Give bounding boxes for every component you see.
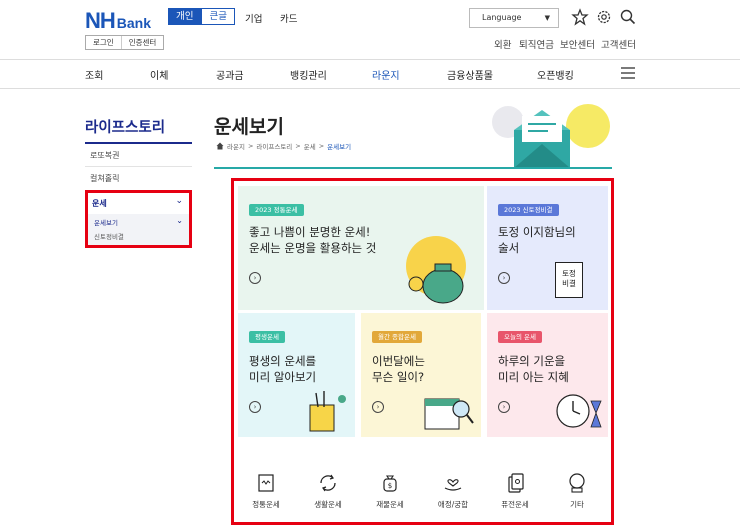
card-text: 좋고 나쁨이 분명한 운세! 운세는 운명을 활용하는 것 [249,225,377,255]
logo-bank: Bank [116,15,152,31]
breadcrumb: 라운지 > 라이프스토리 > 운세 > 운세보기 [216,141,351,151]
sidebar-title: 라이프스토리 [85,120,166,136]
card-text: 평생의 운세를 미리 알아보기 [249,354,317,384]
gnb-divider [0,88,740,89]
gnb-product-mall[interactable]: 금융상품몰 [447,67,493,82]
arrow-right-icon[interactable]: › [249,272,261,284]
gnb-transfer[interactable]: 이체 [150,67,168,82]
security-center-link[interactable]: 보안센터 [560,37,595,51]
arrow-right-icon[interactable]: › [249,401,261,413]
card-badge: 평생운세 [249,331,285,343]
money-bag-icon [406,236,466,304]
breadcrumb-separator: > [247,142,254,150]
forex-link[interactable]: 외환 [494,37,511,51]
caret-down-icon: ▼ [544,14,550,22]
breadcrumb-lounge[interactable]: 라운지 [227,141,245,151]
tojeong-book-icon: 토정 비결 [555,262,583,298]
money-bag-icon: $ [383,475,397,492]
page-title: 운세보기 [214,116,284,138]
breadcrumb-separator: > [295,142,301,150]
header-divider [0,59,740,60]
category-label: 애정/궁합 [437,500,469,509]
card-traditional-fortune[interactable]: 2023 정통운세 좋고 나쁨이 분명한 운세! 운세는 운명을 활용하는 것 … [238,186,484,310]
category-label: 퓨전운세 [501,500,529,509]
mode-switch: 개인 큰글 [168,8,235,25]
card-text: 하루의 기운을 미리 아는 지혜 [498,354,569,384]
sidebar-item-lotto[interactable]: 로또복권 [90,150,119,161]
breadcrumb-separator: > [318,142,325,150]
svg-text:$: $ [388,482,392,490]
card-badge: 오늘의 운세 [498,331,542,343]
category-label: 정통운세 [252,500,280,509]
chevron-down-icon: ⌄ [176,216,183,225]
corporate-link[interactable]: 기업 [245,11,262,25]
heart-hand-icon [444,479,462,491]
submenu-fortune-view[interactable]: 운세보기 [94,217,118,227]
card-text: 이번달에는 무슨 일이? [372,354,425,384]
personal-tab[interactable]: 개인 [168,8,202,25]
cards-icon [508,473,524,493]
sidebar-item-culture[interactable]: 컬쳐홀릭 [90,173,119,184]
gear-icon[interactable] [595,8,613,26]
card-badge: 월간 종합운세 [372,331,422,343]
category-traditional[interactable]: 정통운세 [241,472,291,510]
nh-bank-logo[interactable]: NH Bank [85,8,151,34]
scroll-icon [258,474,274,492]
logo-nh: NH [85,8,116,33]
breadcrumb-current: 운세보기 [327,143,352,151]
breadcrumb-fortune[interactable]: 운세 [304,141,316,151]
clock-hourglass-icon [556,394,602,428]
category-label: 생활운세 [314,500,342,509]
submenu-tojeong[interactable]: 신토정비결 [94,231,124,241]
envelope-illustration [492,104,610,168]
large-text-tab[interactable]: 큰글 [201,8,235,25]
card-link[interactable]: 카드 [280,11,297,25]
sidebar-title-underline [85,142,192,144]
card-lifetime-fortune[interactable]: 평생운세 평생의 운세를 미리 알아보기 › [238,313,355,437]
card-today-fortune[interactable]: 오늘의 운세 하루의 기운을 미리 아는 지혜 › [487,313,608,437]
sidebar-item-fortune[interactable]: 운세 ⌄ 운세보기 ⌄ 신토정비결 [85,190,192,248]
card-tojeong[interactable]: 2023 신토정비결 토정 이지함님의 술서 › 토정 비결 [487,186,608,310]
login-button[interactable]: 로그인 [86,36,121,49]
card-text: 토정 이지함님의 술서 [498,225,576,255]
title-underline [214,167,612,169]
category-life[interactable]: 생활운세 [303,472,353,510]
gnb-inquiry[interactable]: 조회 [85,67,103,82]
pencil-cup-icon [309,391,346,432]
menu-icon[interactable] [620,67,636,79]
customer-center-link[interactable]: 고객센터 [601,37,636,51]
category-fusion[interactable]: 퓨전운세 [490,472,540,510]
gnb-lounge[interactable]: 라운지 [372,67,400,82]
home-icon[interactable] [216,142,224,150]
chevron-down-icon: ⌄ [175,196,183,206]
crystal-ball-icon [569,473,585,493]
card-badge: 2023 정통운세 [249,204,304,216]
search-icon[interactable] [619,8,637,26]
category-love[interactable]: 애정/궁합 [428,472,478,510]
category-etc[interactable]: 기타 [552,472,602,510]
calendar-icon [424,398,474,430]
category-label: 재물운세 [376,500,404,509]
breadcrumb-lifestory[interactable]: 라이프스토리 [256,141,292,151]
gnb-open-banking[interactable]: 오픈뱅킹 [537,67,574,82]
card-badge: 2023 신토정비결 [498,204,559,216]
arrow-right-icon[interactable]: › [498,272,510,284]
cert-center-button[interactable]: 인증센터 [120,36,164,49]
star-icon[interactable] [571,8,589,26]
language-label: Language [482,13,522,22]
gnb-banking-manage[interactable]: 뱅킹관리 [290,67,327,82]
sidebar-fortune-label: 운세 [92,199,107,208]
gnb-utility[interactable]: 공과금 [216,67,244,82]
refresh-cycle-icon [320,474,336,492]
category-label: 기타 [570,500,584,509]
language-select[interactable]: Language ▼ [469,8,559,28]
sidebar-divider [85,166,192,167]
card-monthly-fortune[interactable]: 월간 종합운세 이번달에는 무슨 일이? › [361,313,481,437]
category-wealth[interactable]: $ 재물운세 [365,472,415,510]
pension-link[interactable]: 퇴직연금 [519,37,554,51]
arrow-right-icon[interactable]: › [498,401,510,413]
arrow-right-icon[interactable]: › [372,401,384,413]
login-group: 로그인 인증센터 [85,35,165,50]
